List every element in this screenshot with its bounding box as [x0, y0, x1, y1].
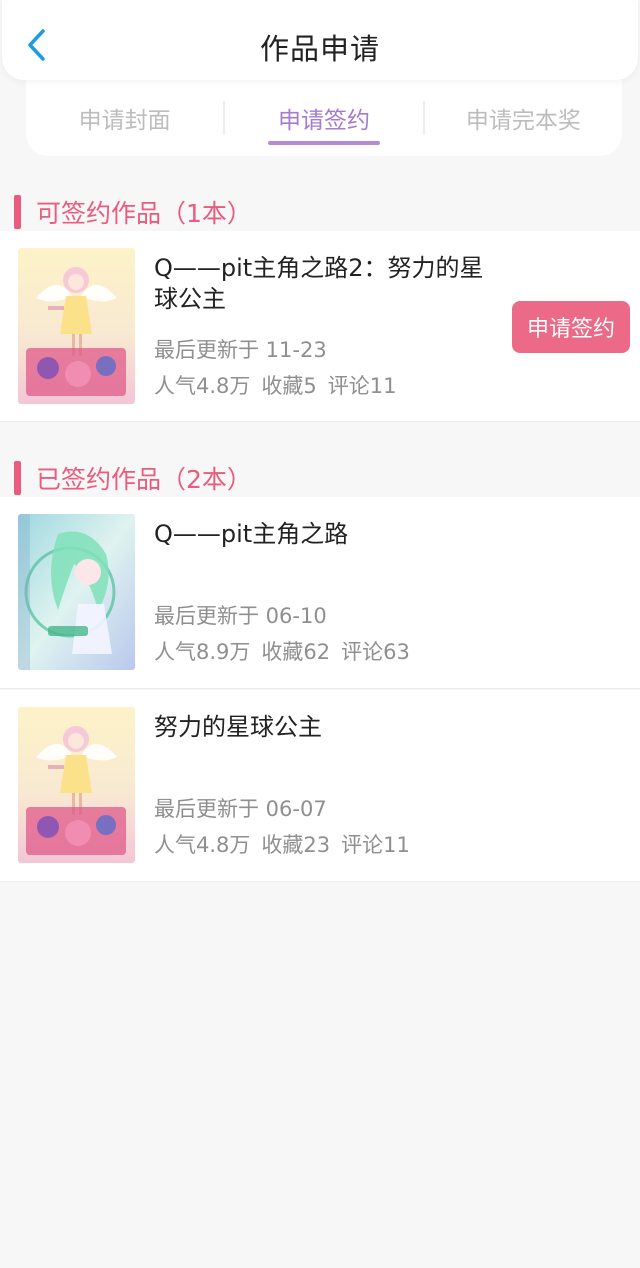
- work-title[interactable]: Q——pit主角之路2：努力的星球公主: [154, 253, 504, 315]
- work-last-updated: 最后更新于 06-07: [154, 797, 327, 821]
- tab-label: 申请签约: [277, 108, 370, 134]
- section-header-signable: 可签约作品（1本）: [14, 195, 252, 229]
- work-title[interactable]: 努力的星球公主: [154, 712, 504, 743]
- comments-stat: 评论11: [341, 833, 410, 857]
- work-stats: 人气8.9万 收藏62 评论63: [154, 636, 410, 666]
- popularity-stat: 人气4.8万: [154, 374, 251, 398]
- tab-apply-sign[interactable]: 申请签约: [225, 80, 422, 156]
- tab-apply-completion-award[interactable]: 申请完本奖: [425, 80, 622, 156]
- comments-stat: 评论63: [341, 640, 410, 664]
- section-title: 已签约作品（2本）: [36, 465, 252, 494]
- section-accent-bar: [14, 461, 21, 495]
- apply-sign-button[interactable]: 申请签约: [512, 301, 630, 353]
- active-tab-indicator: [267, 141, 380, 145]
- work-stats: 人气4.8万 收藏23 评论11: [154, 829, 410, 859]
- popularity-stat: 人气4.8万: [154, 833, 251, 857]
- book-cover-image: [18, 707, 135, 863]
- book-cover-image: [18, 514, 135, 670]
- book-cover-image: [18, 248, 135, 404]
- tab-apply-cover[interactable]: 申请封面: [26, 80, 223, 156]
- page-title: 作品申请: [259, 32, 380, 66]
- nav-header: 作品申请: [2, 0, 638, 80]
- popularity-stat: 人气8.9万: [154, 640, 251, 664]
- favorites-stat: 收藏5: [261, 374, 317, 398]
- work-row[interactable]: 努力的星球公主 最后更新于 06-07 人气4.8万 收藏23 评论11: [0, 690, 640, 882]
- section-accent-bar: [14, 195, 21, 229]
- tab-label: 申请完本奖: [465, 108, 581, 134]
- tab-label: 申请封面: [78, 108, 171, 134]
- work-last-updated: 最后更新于 11-23: [154, 338, 327, 362]
- work-row[interactable]: Q——pit主角之路2：努力的星球公主 最后更新于 11-23 人气4.8万 收…: [0, 231, 640, 422]
- favorites-stat: 收藏62: [261, 640, 331, 664]
- work-row[interactable]: Q——pit主角之路 最后更新于 06-10 人气8.9万 收藏62 评论63: [0, 497, 640, 689]
- work-last-updated: 最后更新于 06-10: [154, 604, 327, 628]
- work-title[interactable]: Q——pit主角之路: [154, 519, 504, 550]
- favorites-stat: 收藏23: [261, 833, 331, 857]
- section-title: 可签约作品（1本）: [36, 199, 252, 228]
- comments-stat: 评论11: [327, 374, 397, 398]
- tab-bar: 申请封面 申请签约 申请完本奖: [26, 80, 622, 156]
- section-header-signed: 已签约作品（2本）: [14, 461, 252, 495]
- work-stats: 人气4.8万 收藏5 评论11: [154, 370, 397, 400]
